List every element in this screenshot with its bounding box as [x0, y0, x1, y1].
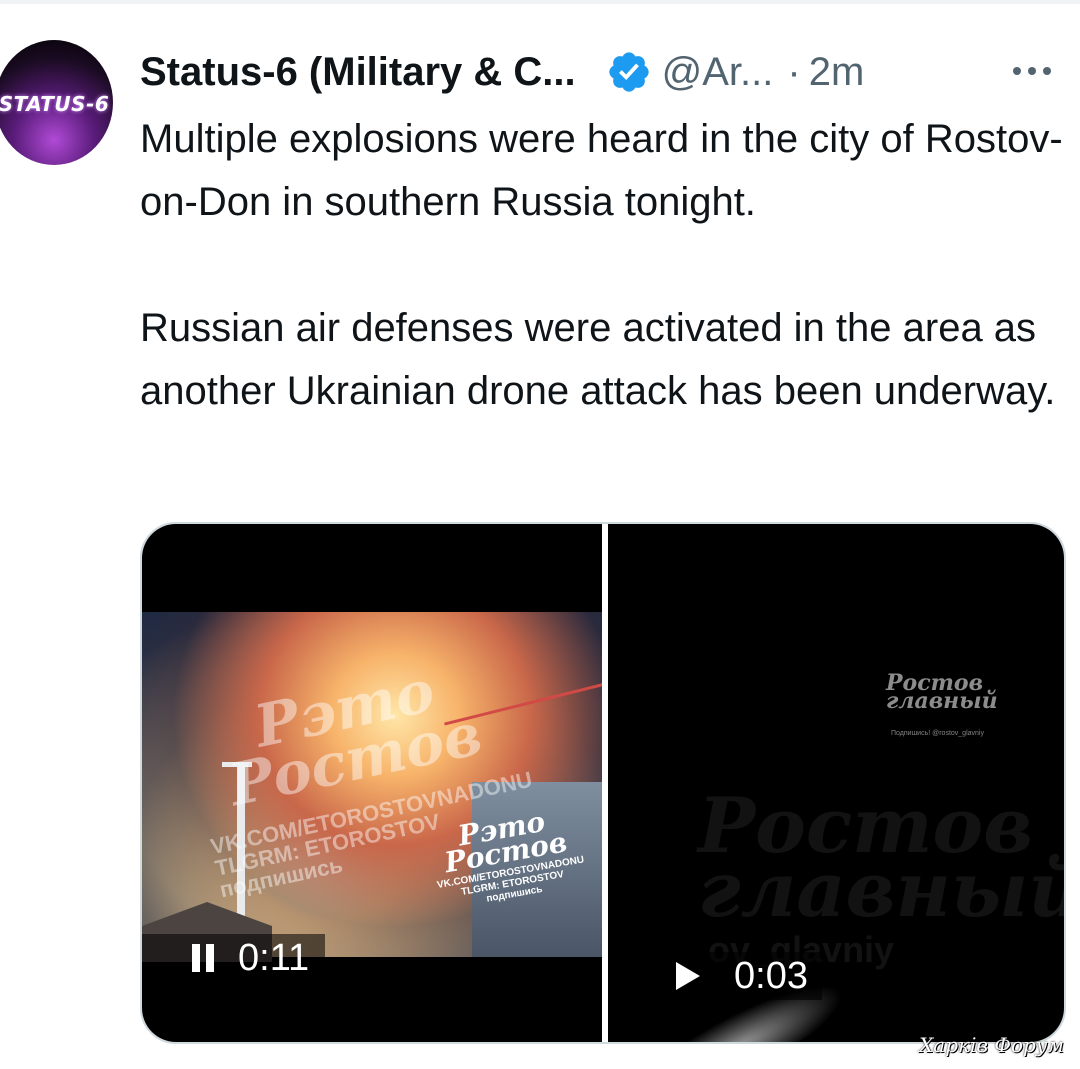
more-options-icon[interactable] — [1004, 48, 1060, 94]
separator-dot: · — [787, 49, 801, 94]
user-handle[interactable]: @Ar... — [662, 50, 774, 95]
avatar-label: STATUS-6 — [0, 92, 110, 116]
pause-icon[interactable] — [192, 944, 214, 972]
play-icon[interactable] — [676, 962, 700, 990]
top-divider — [0, 0, 1080, 4]
video-watermark-logo: Ростов главный — [886, 670, 998, 714]
corner-watermark: Харків Форум — [919, 1033, 1064, 1057]
display-name[interactable]: Status-6 (Military & C... — [140, 50, 576, 95]
video-frame: Рэто Ростов VK.COM/ETOROSTOVNADONU TLGRM… — [142, 612, 602, 962]
media-grid: Рэто Ростов VK.COM/ETOROSTOVNADONU TLGRM… — [140, 522, 1066, 1044]
video-player[interactable]: Ростов главный Подпишись! @rostov_glavni… — [608, 524, 1066, 1042]
tweet-body: Multiple explosions were heard in the ci… — [140, 108, 1075, 423]
video-timer: 0:03 — [734, 954, 808, 997]
video-timer: 0:11 — [238, 936, 310, 979]
video-watermark: Ростов главный — [698, 781, 1066, 934]
video-controls: 0:11 — [142, 934, 326, 982]
tweet-paragraph: Russian air defenses were activated in t… — [140, 306, 1056, 413]
tweet-paragraph: Multiple explosions were heard in the ci… — [140, 117, 1063, 224]
video-watermark-text: Подпишись! @rostov_glavniy — [891, 730, 984, 737]
verified-badge-icon[interactable] — [606, 49, 652, 95]
video-player[interactable]: Рэто Ростов VK.COM/ETOROSTOVNADONU TLGRM… — [142, 524, 602, 1042]
avatar[interactable]: STATUS-6 — [0, 40, 113, 165]
tweet-header: Status-6 (Military & C... @Ar... · 2m — [140, 44, 1070, 100]
timestamp[interactable]: 2m — [809, 50, 865, 95]
video-controls: 0:03 — [662, 952, 822, 1000]
